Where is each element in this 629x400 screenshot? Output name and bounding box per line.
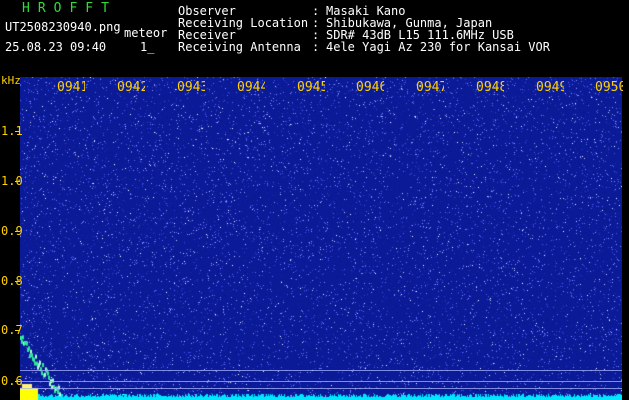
time-label-0941: 0941 bbox=[57, 80, 85, 95]
frequency-unit-label: kHz bbox=[1, 74, 21, 87]
antenna-value: 4ele Yagi Az 230 for Kansai VOR bbox=[326, 40, 550, 54]
reference-line bbox=[20, 388, 622, 389]
mode-label: meteor bbox=[124, 26, 168, 40]
time-label-0946: 0946 bbox=[356, 80, 384, 95]
page-indicator: 1_ bbox=[140, 40, 155, 54]
y-tick bbox=[15, 330, 20, 331]
reference-line bbox=[20, 381, 622, 382]
separator: : bbox=[312, 40, 320, 54]
spectrogram-plot bbox=[20, 77, 622, 400]
time-label-0944: 0944 bbox=[237, 80, 265, 95]
time-label-0947: 0947 bbox=[416, 80, 444, 95]
time-label-0950: 0950 bbox=[595, 80, 623, 95]
spectrogram-canvas bbox=[20, 77, 622, 400]
reference-line bbox=[20, 370, 622, 371]
hrofft-logo: HROFFT bbox=[22, 1, 117, 16]
filename-label: UT2508230940.png bbox=[5, 20, 121, 34]
y-tick bbox=[15, 131, 20, 132]
time-label-0949: 0949 bbox=[536, 80, 564, 95]
y-tick bbox=[15, 231, 20, 232]
antenna-label: Receiving Antenna bbox=[178, 40, 301, 54]
time-label-0943: 0943 bbox=[177, 80, 205, 95]
y-tick bbox=[15, 181, 20, 182]
y-tick bbox=[15, 281, 20, 282]
time-label-0948: 0948 bbox=[476, 80, 504, 95]
datetime-label: 25.08.23 09:40 bbox=[5, 40, 107, 54]
time-label-0945: 0945 bbox=[297, 80, 325, 95]
time-label-0942: 0942 bbox=[117, 80, 145, 95]
